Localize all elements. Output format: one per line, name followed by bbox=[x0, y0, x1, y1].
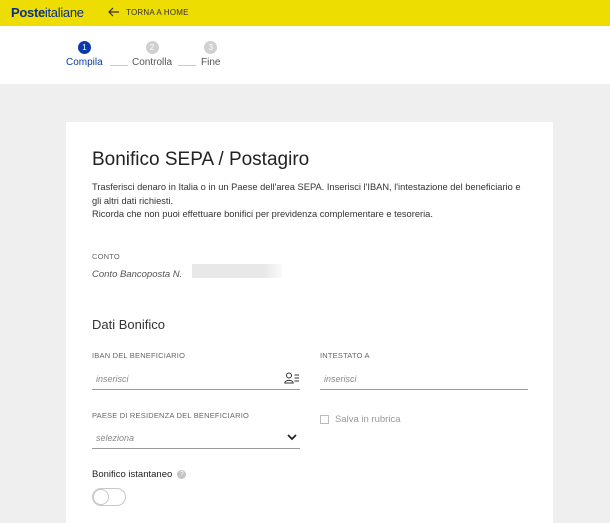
bonifico-istantaneo-label: Bonifico istantaneo bbox=[92, 469, 173, 480]
description-line-2: Ricorda che non puoi effettuare bonifici… bbox=[92, 209, 433, 219]
section-title-dati-bonifico: Dati Bonifico bbox=[92, 317, 165, 332]
bonifico-istantaneo-toggle[interactable] bbox=[92, 488, 126, 506]
bonifico-istantaneo-row: Bonifico istantaneo ? bbox=[92, 469, 187, 480]
back-to-home-label: TORNA A HOME bbox=[126, 7, 189, 17]
address-book-icon[interactable] bbox=[284, 372, 300, 384]
logo-regular-text: italiane bbox=[44, 5, 84, 20]
masked-account-number bbox=[192, 264, 282, 278]
iban-placeholder: inserisci bbox=[96, 374, 129, 384]
toggle-knob bbox=[93, 489, 109, 505]
conto-value: Conto Bancoposta N. bbox=[92, 269, 183, 280]
chevron-down-icon bbox=[287, 434, 297, 441]
paese-value: seleziona bbox=[96, 433, 135, 443]
iban-input[interactable]: inserisci bbox=[92, 368, 300, 390]
intestato-input[interactable]: inserisci bbox=[320, 368, 528, 390]
logo-bold-text: Poste bbox=[11, 5, 45, 20]
step-number: 2 bbox=[145, 41, 159, 54]
conto-label: CONTO bbox=[92, 252, 120, 261]
description-line-1: Trasferisci denaro in Italia o in un Pae… bbox=[92, 182, 521, 206]
salva-rubrica-option[interactable]: Salva in rubrica bbox=[320, 414, 400, 425]
step-label: Controlla bbox=[132, 57, 173, 68]
page-title: Bonifico SEPA / Postagiro bbox=[92, 149, 310, 170]
step-number: 3 bbox=[204, 41, 218, 54]
salva-rubrica-checkbox[interactable] bbox=[320, 415, 329, 424]
step-compila: 1 Compila bbox=[66, 41, 103, 68]
intestato-label: INTESTATO A bbox=[320, 351, 370, 360]
iban-label: IBAN DEL BENEFICIARIO bbox=[92, 351, 186, 360]
poste-logo[interactable]: Posteitaliane bbox=[11, 5, 84, 20]
arrow-left-icon bbox=[108, 7, 119, 17]
help-icon[interactable]: ? bbox=[177, 470, 187, 479]
intestato-placeholder: inserisci bbox=[324, 374, 357, 384]
paese-select[interactable]: seleziona bbox=[92, 427, 300, 449]
top-bar: Posteitaliane TORNA A HOME bbox=[0, 0, 610, 26]
step-number: 1 bbox=[77, 41, 91, 54]
back-to-home-link[interactable]: TORNA A HOME bbox=[108, 7, 189, 17]
salva-rubrica-label: Salva in rubrica bbox=[335, 414, 401, 425]
step-fine: 3 Fine bbox=[201, 41, 220, 68]
paese-label: PAESE DI RESIDENZA DEL BENEFICIARIO bbox=[92, 411, 250, 420]
step-label: Compila bbox=[66, 57, 103, 68]
step-divider bbox=[110, 65, 128, 66]
step-label: Fine bbox=[201, 57, 221, 68]
step-divider bbox=[178, 65, 196, 66]
stepper: 1 Compila 2 Controlla 3 Fine bbox=[0, 26, 610, 84]
bonifico-form-card: Bonifico SEPA / Postagiro Trasferisci de… bbox=[66, 122, 553, 523]
form-description: Trasferisci denaro in Italia o in un Pae… bbox=[92, 181, 532, 222]
step-controlla: 2 Controlla bbox=[132, 41, 172, 68]
